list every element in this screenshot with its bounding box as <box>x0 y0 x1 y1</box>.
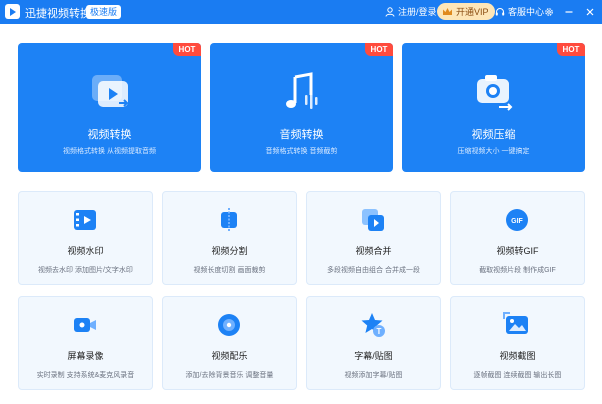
music-disc-icon <box>218 314 240 336</box>
minimize-icon <box>565 10 572 13</box>
card-title: 视频配乐 <box>211 351 248 361</box>
card-title: 视频转换 <box>87 129 132 141</box>
hot-badge: HOT <box>557 43 585 56</box>
card-subtitle: 添加/去除背景音乐 调整音量 <box>185 372 274 379</box>
card-title: 视频分割 <box>211 246 248 256</box>
headset-icon <box>495 7 505 15</box>
card-subtitle: 压缩视频大小 一键搞定 <box>457 148 530 155</box>
gif-icon-text: GIF <box>511 218 523 225</box>
card-title: 字幕/贴图 <box>354 351 393 361</box>
split-icon <box>221 208 237 232</box>
video-music-card[interactable]: 视频配乐 添加/去除背景音乐 调整音量 <box>162 296 297 390</box>
vip-label: 开通VIP <box>456 7 489 17</box>
video-compress-card[interactable]: HOT 视频压缩 压缩视频大小 一键搞定 <box>402 43 585 172</box>
login-button[interactable]: 注册/登录 <box>385 5 437 18</box>
card-title: 视频合并 <box>355 246 392 256</box>
settings-button[interactable] <box>541 4 556 19</box>
watermark-film-icon <box>74 210 96 230</box>
customer-service-button[interactable]: 客服中心 <box>495 5 544 18</box>
card-title: 屏幕录像 <box>67 351 104 361</box>
camera-compress-icon <box>477 75 513 111</box>
user-icon <box>385 6 395 17</box>
video-merge-card[interactable]: 视频合并 多段视频自由组合 合并成一段 <box>306 191 441 285</box>
card-title: 视频截图 <box>499 351 536 361</box>
video-split-card[interactable]: 视频分割 视频长度切割 画面裁剪 <box>162 191 297 285</box>
gif-icon: GIF <box>506 209 528 231</box>
hot-badge: HOT <box>365 43 393 56</box>
merge-icon <box>362 209 384 231</box>
card-subtitle: 实时录制 支持系统&麦克风录音 <box>36 372 135 379</box>
card-subtitle: 逐帧截图 连续截图 输出长图 <box>473 372 562 379</box>
video-screenshot-card[interactable]: 视频截图 逐帧截图 连续截图 输出长图 <box>450 296 585 390</box>
edition-badge: 极速版 <box>86 5 122 19</box>
hot-badge: HOT <box>173 43 201 56</box>
video-to-gif-card[interactable]: GIF 视频转GIF 截取视频片段 制作成GIF <box>450 191 585 285</box>
card-subtitle: 视频去水印 添加图片/文字水印 <box>38 267 133 274</box>
card-title: 视频水印 <box>67 246 104 256</box>
audio-convert-card[interactable]: HOT 音频转换 音频格式转换 音频截剪 <box>210 43 393 172</box>
card-title: 视频压缩 <box>471 129 516 141</box>
video-convert-icon <box>92 75 129 107</box>
close-icon <box>586 8 593 15</box>
video-watermark-card[interactable]: 视频水印 视频去水印 添加图片/文字水印 <box>18 191 153 285</box>
subtitle-icon-text: T <box>377 327 382 336</box>
card-subtitle: 视频添加字幕/贴图 <box>344 372 403 379</box>
star-subtitle-icon: T <box>361 313 385 337</box>
app-logo-icon <box>5 4 20 19</box>
record-camera-icon <box>74 318 96 332</box>
card-title: 音频转换 <box>279 129 324 141</box>
gear-icon <box>544 7 553 16</box>
video-convert-card[interactable]: HOT 视频转换 视频格式转换 从视频提取音频 <box>18 43 201 172</box>
crown-icon <box>443 8 452 15</box>
card-subtitle: 多段视频自由组合 合并成一段 <box>327 267 420 274</box>
service-label: 客服中心 <box>508 7 545 17</box>
vip-button[interactable]: 开通VIP <box>437 3 495 20</box>
card-subtitle: 音频格式转换 音频截剪 <box>265 148 338 155</box>
card-subtitle: 视频长度切割 画面裁剪 <box>193 267 266 274</box>
minimize-button[interactable] <box>561 4 576 19</box>
card-subtitle: 视频格式转换 从视频提取音频 <box>63 148 156 155</box>
card-subtitle: 截取视频片段 制作成GIF <box>479 267 556 274</box>
login-label: 注册/登录 <box>398 7 437 17</box>
image-screenshot-icon <box>503 312 528 334</box>
subtitle-sticker-card[interactable]: T 字幕/贴图 视频添加字幕/贴图 <box>306 296 441 390</box>
screen-record-card[interactable]: 屏幕录像 实时录制 支持系统&麦克风录音 <box>18 296 153 390</box>
card-title: 视频转GIF <box>496 246 539 256</box>
title-bar: 迅捷视频转换器 极速版 注册/登录 开通VIP 客服中心 <box>0 0 602 24</box>
close-button[interactable] <box>582 4 597 19</box>
audio-note-icon <box>286 72 318 109</box>
